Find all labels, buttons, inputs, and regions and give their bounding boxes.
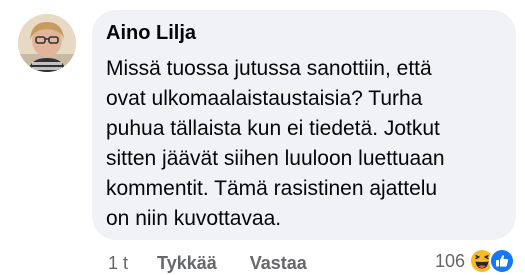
comment-text-line: on niin kuvottavaa.: [106, 207, 282, 230]
reaction-summary[interactable]: 106: [435, 248, 515, 274]
comment-author-name[interactable]: Aino Lilja: [106, 22, 196, 45]
like-button[interactable]: Tykkää: [157, 253, 217, 274]
comment-text-line: kommentit. Tämä rasistinen ajattelu: [106, 177, 438, 200]
reply-button[interactable]: Vastaa: [250, 253, 307, 274]
reaction-count: 106: [434, 250, 465, 271]
comment-timestamp[interactable]: 1 t: [108, 253, 128, 274]
comment-text-line: puhua tällaista kun ei tiedetä. Jotkut: [106, 117, 440, 140]
comment-text-line: ovat ulkomaalaistaustaisia? Turha: [106, 87, 423, 110]
like-thumb-icon: [489, 248, 515, 274]
comment-text-line: Missä tuossa jutussa sanottiin, että: [106, 57, 432, 80]
comment-text-line: sitten jäävät siihen luuloon luettuaan: [106, 147, 445, 170]
comment-bubble: Aino Lilja Missä tuossa jutussa sanottii…: [92, 10, 516, 240]
comment-text: Missä tuossa jutussa sanottiin, että ova…: [106, 54, 510, 234]
author-avatar[interactable]: [18, 14, 76, 72]
comment-actions: 1 t Tykkää Vastaa: [108, 253, 307, 274]
